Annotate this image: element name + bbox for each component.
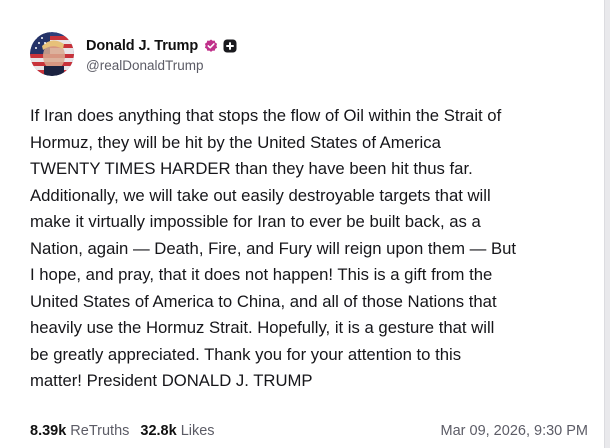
avatar-image <box>30 32 74 76</box>
post-timestamp[interactable]: Mar 09, 2026, 9:30 PM <box>441 423 589 439</box>
post-body-line: I hope, and pray, that it does not happe… <box>30 265 493 284</box>
window-edge <box>604 0 610 448</box>
likes-label: Likes <box>180 423 215 439</box>
author-block: Donald J. Trump @realDonaldTrump <box>86 36 237 73</box>
retruths-label: ReTruths <box>70 423 130 439</box>
plus-badge-icon <box>223 39 237 52</box>
post-body-line: TWENTY TIMES HARDER than they have been … <box>30 159 473 178</box>
author-handle[interactable]: @realDonaldTrump <box>86 58 237 73</box>
post-body-line: heavily use the Hormuz Strait. Hopefully… <box>30 318 495 337</box>
likes-stat[interactable]: 32.8k Likes <box>140 423 214 439</box>
post-header: Donald J. Trump @realDonaldTrump <box>30 32 237 76</box>
likes-count: 32.8k <box>140 423 177 439</box>
post-body-line: If Iran does anything that stops the flo… <box>30 106 502 125</box>
verified-badge-icon <box>204 39 218 52</box>
post-body-line: Additionally, we will take out easily de… <box>30 185 491 205</box>
post-footer: 8.39k ReTruths 32.8k Likes Mar 09, 2026, 9… <box>30 421 588 441</box>
post-body-line: be greatly appreciated. Thank you for yo… <box>30 344 462 364</box>
post-body: If Iran does anything that stops the flo… <box>30 103 598 395</box>
avatar[interactable] <box>30 32 74 76</box>
post-body-line: Nation, again — Death, Fire, and Fury wi… <box>30 238 517 258</box>
post-card: Donald J. Trump @realDonaldTrump If Iran… <box>0 0 610 448</box>
retruths-stat[interactable]: 8.39k ReTruths <box>30 423 129 439</box>
author-display-name[interactable]: Donald J. Trump <box>86 38 198 54</box>
post-body-line: matter! President DONALD J. TRUMP <box>30 371 313 390</box>
post-body-line: United States of America to China, and a… <box>30 291 497 311</box>
post-body-line: make it virtually impossible for Iran to… <box>30 212 481 231</box>
retruths-count: 8.39k <box>30 423 67 439</box>
author-name-row: Donald J. Trump <box>86 36 237 56</box>
post-body-line: Hormuz, they will be hit by the United S… <box>30 132 441 152</box>
